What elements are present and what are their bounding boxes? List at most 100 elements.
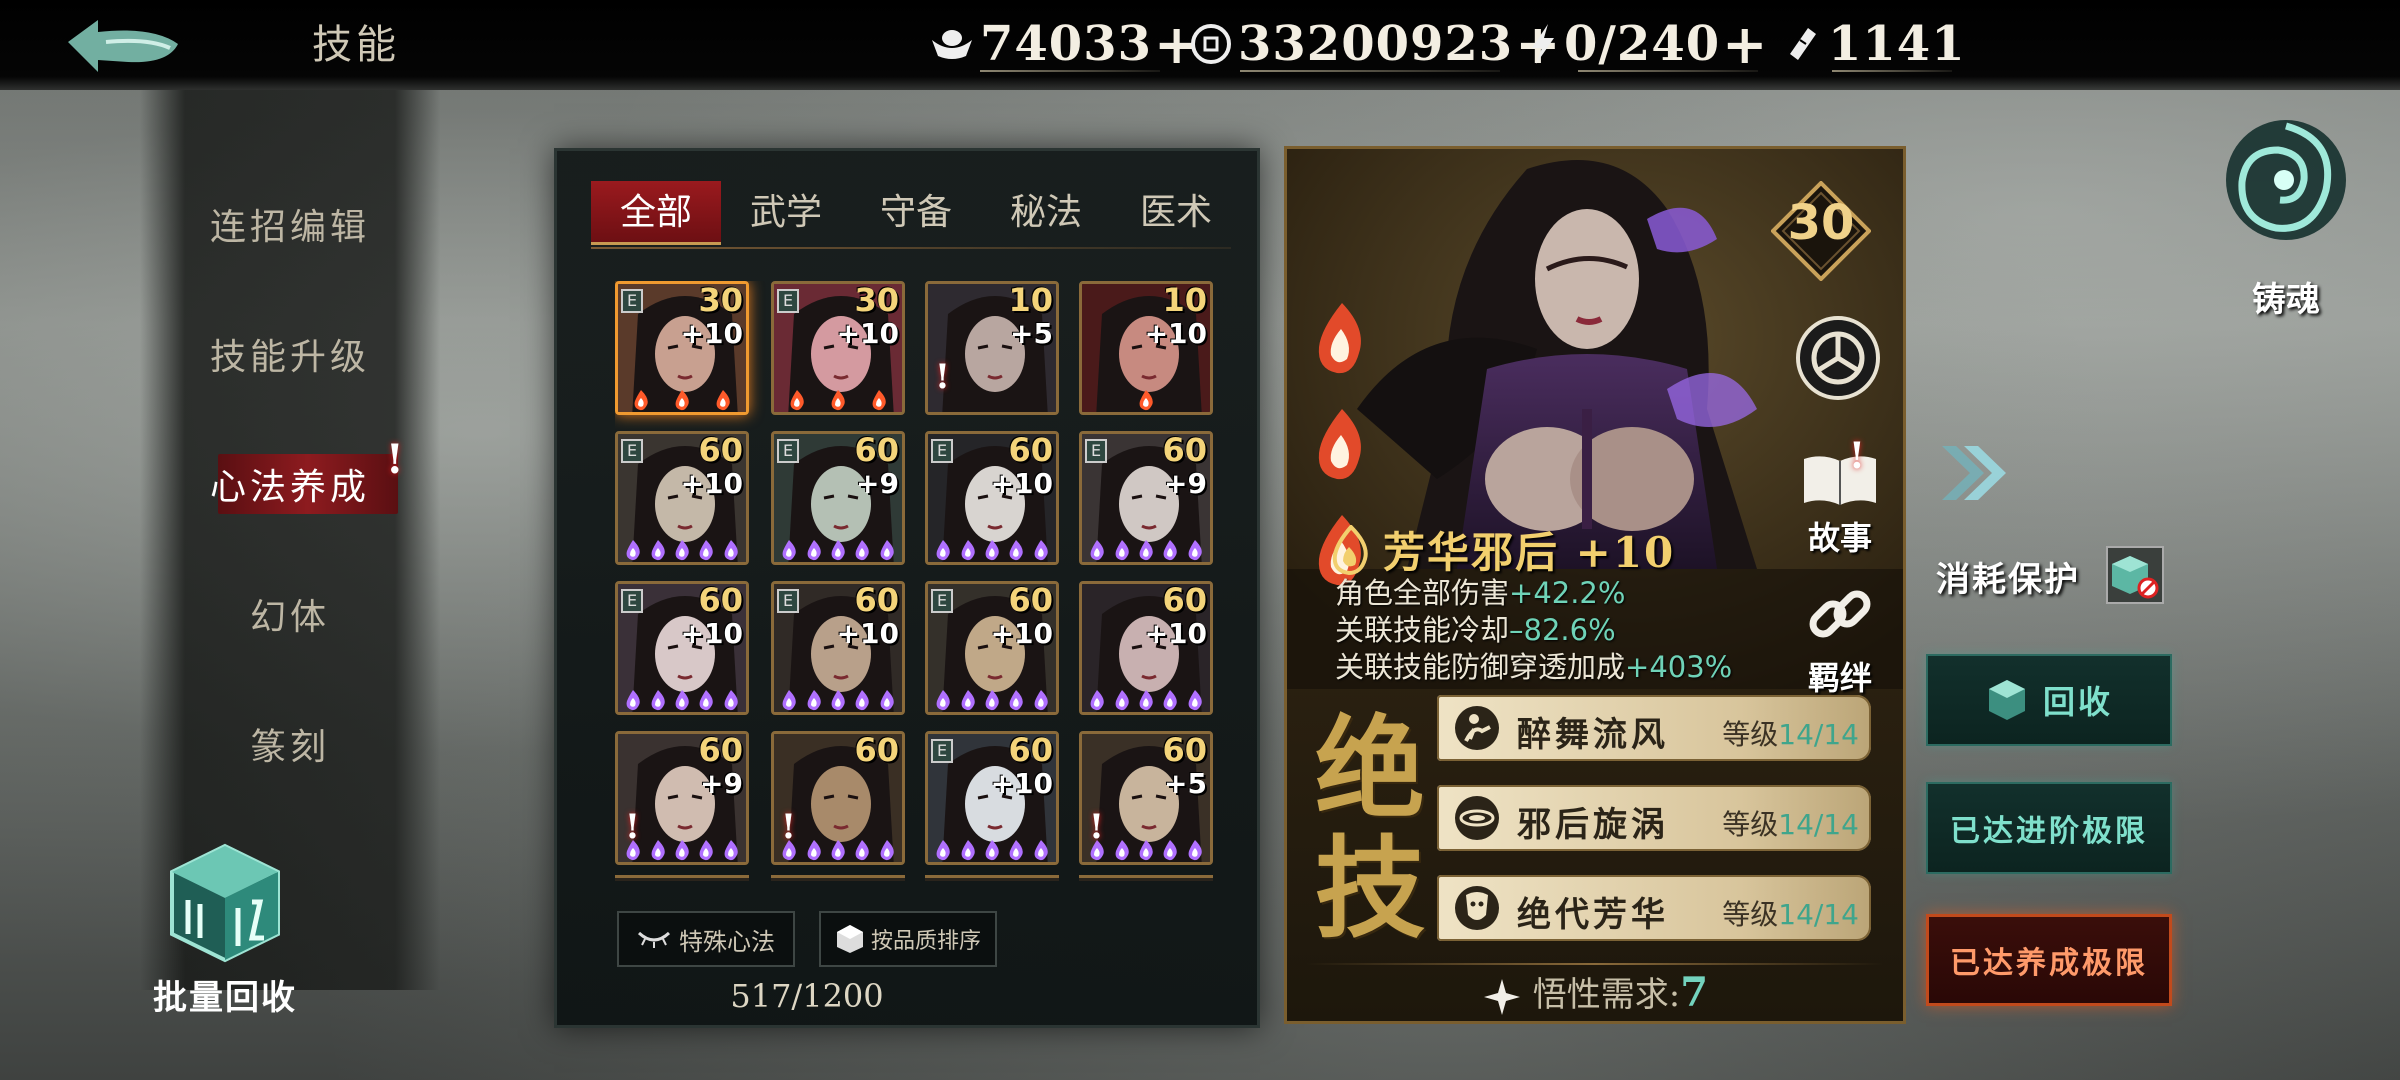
back-button[interactable] — [58, 12, 188, 78]
hero-stats: 角色全部伤害+42.2% 关联技能冷却–82.6% 关联技能防御穿透加成+403… — [1335, 575, 1732, 686]
card-plus: +10 — [836, 617, 899, 650]
card-plus: +5 — [1010, 317, 1053, 350]
sort-label: 按品质排序 — [870, 929, 981, 954]
sparkle-star-icon — [1483, 979, 1520, 1015]
xinfa-card[interactable]: E 60 +9 — [1079, 431, 1213, 565]
soul-forge-button[interactable] — [2216, 110, 2356, 250]
add-stamina-button[interactable]: + — [1722, 17, 1767, 71]
card-level: 60 — [854, 731, 899, 769]
tab-martial[interactable]: 武学 — [721, 181, 851, 245]
tab-secret[interactable]: 秘法 — [981, 181, 1111, 245]
ticket-value: 1141 — [1828, 16, 1966, 72]
protect-cube-icon — [2112, 556, 2159, 599]
batch-recycle-label: 批量回收 — [153, 978, 297, 1018]
flame-icon — [1090, 540, 1104, 561]
consume-protect-label: 消耗保护 — [1936, 560, 2080, 600]
cultivate-limit-button[interactable]: 已达养成极限 — [1926, 914, 2172, 1006]
card-level: 60 — [854, 581, 899, 619]
xinfa-card[interactable]: 60 +10 — [1079, 581, 1213, 715]
top-bar: 技能 74033 + 33200923 + 0/240 + 1141 — [0, 0, 2400, 90]
sort-by-quality-button[interactable]: 按品质排序 — [819, 911, 997, 967]
silver-ingot-icon — [930, 18, 974, 70]
recycle-button[interactable]: 回收 — [1926, 654, 2172, 746]
flame-icon — [651, 540, 665, 561]
skill-row[interactable]: 醉舞流风 等级14/14 — [1437, 695, 1871, 761]
tab-all[interactable]: 全部 — [591, 181, 721, 245]
chain-link-icon — [1809, 590, 1871, 638]
bond-button[interactable]: 羁绊 — [1795, 579, 1885, 699]
flame-icon — [1139, 840, 1153, 861]
next-arrow-icon[interactable] — [1936, 440, 2012, 506]
xinfa-card[interactable]: E 60 +10 — [615, 431, 749, 565]
equipped-badge: E — [621, 289, 643, 313]
resource-ticket[interactable]: 1141 — [1782, 14, 1965, 74]
wisdom-requirement: 悟性需求:7 — [1287, 967, 1903, 1017]
coin-icon — [1190, 18, 1232, 70]
flame-icon — [831, 690, 845, 711]
card-plus: +5 — [1164, 767, 1207, 800]
special-xinfa-button[interactable]: 特殊心法 — [617, 911, 795, 967]
tab-medicine[interactable]: 医术 — [1111, 181, 1241, 245]
fire-element-icon — [1332, 524, 1368, 575]
flame-icon — [699, 840, 714, 861]
flame-icon — [831, 840, 845, 861]
xinfa-card[interactable]: 10 +10 — [1079, 281, 1213, 415]
inventory-capacity: 517/1200 — [730, 977, 884, 1015]
card-level: 10 — [1162, 281, 1207, 319]
skill-row[interactable]: 绝代芳华 等级14/14 — [1437, 875, 1871, 941]
xinfa-card[interactable]: E 60 +10 — [925, 581, 1059, 715]
flame-icon — [985, 690, 999, 711]
xinfa-card[interactable]: E 60 +10 — [771, 581, 905, 715]
advance-limit-button[interactable]: 已达进阶极限 — [1926, 782, 2172, 874]
xinfa-card[interactable]: E 60 +10 — [615, 581, 749, 715]
card-level: 60 — [698, 431, 743, 469]
flame-icon — [880, 690, 894, 711]
equipped-badge: E — [777, 589, 799, 613]
xinfa-card[interactable]: E 60 +10 — [925, 731, 1059, 865]
card-level: 60 — [1162, 431, 1207, 469]
card-alert-badge: ! — [1089, 807, 1104, 847]
xinfa-card[interactable]: 60! — [771, 731, 905, 865]
card-level: 60 — [698, 581, 743, 619]
page-title: 技能 — [312, 22, 400, 68]
equipped-badge: E — [931, 589, 953, 613]
story-alert-badge: ! — [1849, 435, 1865, 477]
flame-icon — [724, 840, 738, 861]
xinfa-card[interactable]: E 30 +10 — [771, 281, 905, 415]
flame-icon — [880, 540, 894, 561]
card-flames — [931, 689, 1053, 711]
menu-skill-upgrade[interactable]: 技能升级 — [140, 328, 440, 380]
tab-defense[interactable]: 守备 — [851, 181, 981, 245]
xinfa-card[interactable]: E 60 +9 — [771, 431, 905, 565]
menu-engraving[interactable]: 篆刻 — [140, 718, 440, 770]
flame-icon — [716, 390, 730, 411]
batch-recycle-button[interactable] — [160, 838, 290, 968]
flame-icon — [1034, 540, 1048, 561]
card-alert-badge: ! — [625, 807, 640, 847]
flame-icon — [1188, 540, 1202, 561]
menu-combo-edit[interactable]: 连招编辑 — [140, 198, 440, 250]
xinfa-card[interactable]: 60 +9! — [615, 731, 749, 865]
skill-row[interactable]: 邪后旋涡 等级14/14 — [1437, 785, 1871, 851]
equipped-badge: E — [931, 439, 953, 463]
xinfa-card[interactable]: 10 +5! — [925, 281, 1059, 415]
resource-silver[interactable]: 74033 + — [930, 14, 1199, 74]
flame-icon — [675, 540, 689, 561]
flame-icon — [807, 690, 821, 711]
xinfa-card[interactable]: E 30 +10 — [615, 281, 749, 415]
xinfa-card[interactable]: 60 +5! — [1079, 731, 1213, 865]
face-mask-icon — [1455, 886, 1499, 930]
flame-icon — [1034, 690, 1048, 711]
story-button[interactable]: 故事 ! — [1795, 435, 1885, 559]
card-flames — [621, 389, 743, 411]
bond-label: 羁绊 — [1807, 659, 1872, 697]
flame-icon — [1163, 540, 1178, 561]
xinfa-card-grid: E 30 +10 E 30 +10 10 +5! 10 +10 E 60 +10 E 60 +9 E 60 +10 E… — [615, 281, 1235, 881]
flame-icon — [790, 390, 805, 411]
resource-stamina[interactable]: 0/240 + — [1528, 14, 1767, 74]
xinfa-card[interactable]: E 60 +10 — [925, 431, 1059, 565]
card-flames — [1085, 389, 1207, 411]
resource-coin[interactable]: 33200923 + — [1190, 14, 1560, 74]
consume-protect-toggle[interactable] — [2106, 546, 2164, 604]
menu-illusion-body[interactable]: 幻体 — [140, 588, 440, 640]
